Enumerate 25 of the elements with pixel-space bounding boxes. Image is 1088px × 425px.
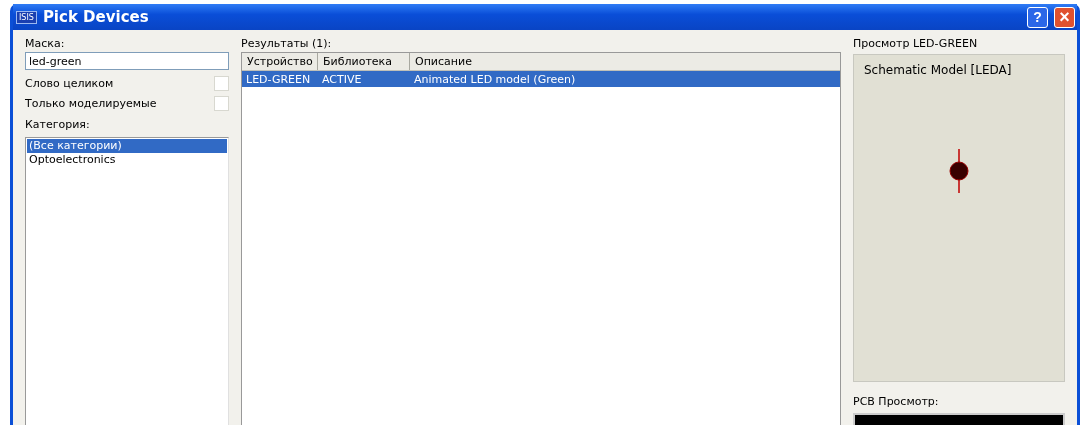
checkbox[interactable] <box>214 95 229 111</box>
pcb-preview-label: PCB Просмотр: <box>853 394 940 409</box>
option-label: Слово целиком <box>25 75 114 91</box>
category-label: Категория: <box>25 117 91 132</box>
category-item[interactable]: (Все категории) <box>27 139 227 153</box>
window-title: Pick Devices <box>42 8 149 26</box>
table-cell-text: ACTIVE <box>321 72 363 86</box>
close-button[interactable]: × <box>1054 6 1075 28</box>
led-symbol-icon <box>947 149 971 193</box>
option-label: Только моделируемые <box>25 95 157 111</box>
results-label: Результаты (1): <box>241 36 333 51</box>
category-item[interactable]: Optoelectronics <box>27 153 227 167</box>
table-cell-text: LED-GREEN <box>245 72 312 86</box>
app-icon: ISIS <box>16 10 37 24</box>
column-header[interactable]: Описание <box>410 53 840 70</box>
result-row[interactable]: LED-GREEN ACTIVE Animated LED model (Green) <box>242 71 840 87</box>
checkbox[interactable] <box>214 75 229 91</box>
column-header[interactable]: Библиотека <box>318 53 410 70</box>
mask-field[interactable]: led-green <box>25 52 229 70</box>
model-name: Schematic Model [LEDA] <box>863 62 1013 79</box>
column-header[interactable]: Устройство <box>242 53 318 70</box>
preview-label: Просмотр LED-GREEN <box>853 36 979 51</box>
table-cell-text: Animated LED model (Green) <box>413 72 577 86</box>
mask-label: Маска: <box>25 36 66 51</box>
help-button[interactable]: ? <box>1027 6 1048 28</box>
